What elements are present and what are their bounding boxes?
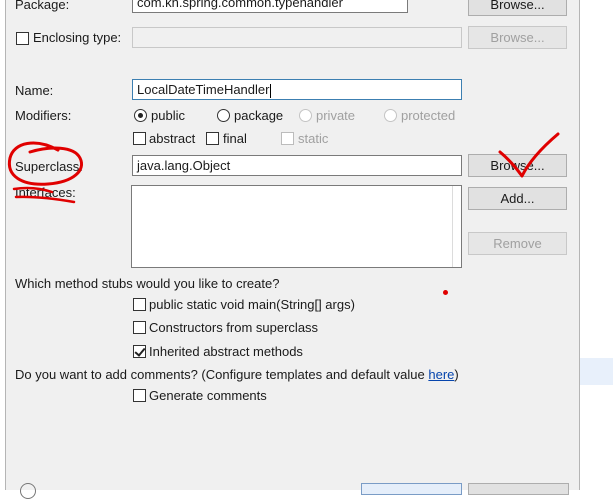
method-stubs-question: Which method stubs would you like to cre… [15,276,280,291]
package-field[interactable]: com.kh.spring.common.typehandler [132,0,408,13]
final-checkbox[interactable] [206,132,219,145]
static-checkbox[interactable] [281,132,294,145]
constructors-checkbox[interactable] [133,321,146,334]
modifiers-label: Modifiers: [15,108,72,123]
inherited-abstract-checkbox[interactable] [133,345,146,358]
comments-question-suffix: ) [454,367,459,382]
modifier-private-radio[interactable] [299,109,312,122]
comments-question-text: Do you want to add comments? (Configure … [15,367,425,382]
inherited-abstract-label: Inherited abstract methods [149,344,303,359]
main-method-label: public static void main(String[] args) [149,297,355,312]
generate-comments-label: Generate comments [149,388,267,403]
package-browse-button[interactable]: Browse... [468,0,567,16]
interfaces-list[interactable] [131,185,462,268]
abstract-label: abstract [149,131,196,146]
abstract-checkbox[interactable] [133,132,146,145]
modifier-protected-radio[interactable] [384,109,397,122]
interfaces-remove-button[interactable]: Remove [468,232,567,255]
modifier-package-label: package [234,108,284,123]
constructors-label: Constructors from superclass [149,320,319,335]
superclass-browse-button[interactable]: Browse... [468,154,567,177]
modifier-private-label: private [316,108,356,123]
final-label: final [223,131,247,146]
superclass-label: Superclass: [15,159,83,174]
main-method-checkbox[interactable] [133,298,146,311]
configure-templates-link[interactable]: here [428,367,454,382]
red-annotation-dot [443,290,448,295]
cancel-button[interactable] [468,483,569,495]
modifier-public-label: public [151,108,185,123]
new-java-class-dialog: Package: com.kh.spring.common.typehandle… [5,0,580,499]
name-label: Name: [15,83,54,98]
name-field[interactable]: LocalDateTimeHandler [132,79,462,100]
modifier-package-radio[interactable] [217,109,230,122]
name-value: LocalDateTimeHandler [137,82,270,97]
background-window [578,0,613,490]
text-caret [270,83,272,98]
enclosing-type-label: Enclosing type: [33,30,122,45]
help-icon[interactable] [20,483,36,499]
background-selected-row [578,358,613,385]
enclosing-type-checkbox[interactable] [16,32,29,45]
superclass-value: java.lang.Object [137,158,231,173]
package-value: com.kh.spring.common.typehandler [137,0,343,10]
static-label: static [298,131,329,146]
enclosing-type-field[interactable] [132,27,462,48]
finish-button[interactable] [361,483,462,495]
comments-question: Do you want to add comments? (Configure … [15,367,459,382]
superclass-field[interactable]: java.lang.Object [132,155,462,176]
enclosing-browse-button[interactable]: Browse... [468,26,567,49]
modifier-protected-label: protected [401,108,456,123]
modifier-public-radio[interactable] [134,109,147,122]
interfaces-label: Interfaces: [15,185,76,200]
generate-comments-checkbox[interactable] [133,389,146,402]
package-label: Package: [15,0,70,12]
interfaces-add-button[interactable]: Add... [468,187,567,210]
